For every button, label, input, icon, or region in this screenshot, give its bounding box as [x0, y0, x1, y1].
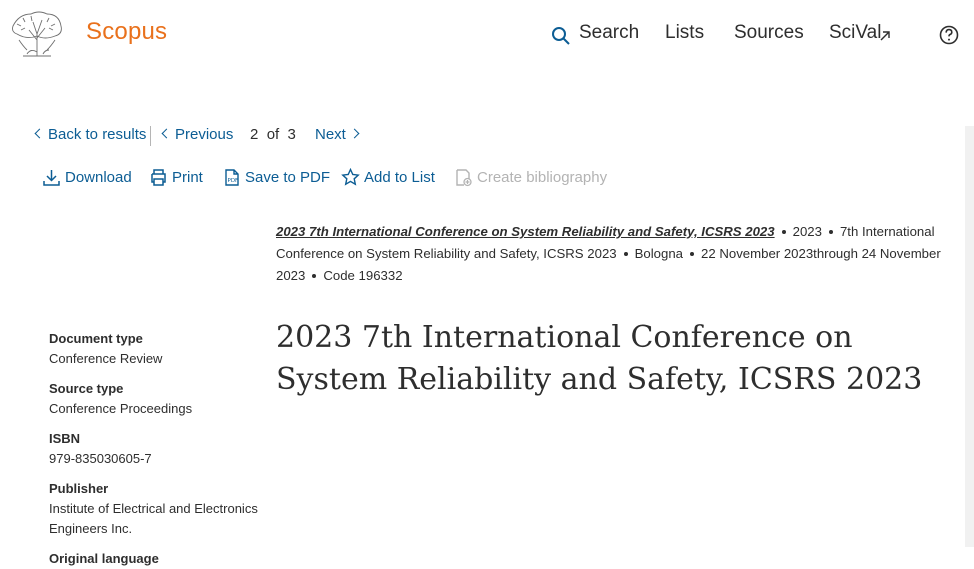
back-to-results-link[interactable]: Back to results — [34, 126, 147, 143]
back-to-results-label: Back to results — [48, 126, 147, 143]
document-title: 2023 7th International Conference on Sys… — [276, 320, 923, 397]
separator-dot — [690, 251, 695, 256]
page-scrollbar[interactable] — [965, 126, 974, 547]
create-bibliography-label: Create bibliography — [477, 169, 608, 186]
pager-counter: 2 of 3 — [250, 126, 296, 143]
source-info: 2023 7th International Conference on Sys… — [276, 221, 946, 287]
nav-scival[interactable]: SciVal — [829, 22, 881, 44]
external-link-icon — [880, 31, 890, 41]
document-toolbar: Download Print PDF Save to PDF Add to Li… — [0, 168, 974, 192]
meta-value-publisher: Institute of Electrical and Electronics … — [49, 501, 258, 536]
top-navigation: Search Lists Sources SciVal — [0, 22, 974, 50]
print-icon — [151, 169, 166, 186]
separator-dot — [828, 229, 833, 234]
source-title-link[interactable]: 2023 7th International Conference on Sys… — [276, 224, 775, 239]
nav-lists[interactable]: Lists — [665, 22, 704, 44]
svg-text:PDF: PDF — [228, 178, 239, 184]
source-code: Code 196332 — [323, 268, 403, 283]
add-to-list-button[interactable]: Add to List — [341, 168, 435, 187]
separator-dot — [623, 251, 628, 256]
source-location: Bologna — [634, 246, 684, 261]
meta-value-source-type: Conference Proceedings — [49, 401, 193, 416]
separator-dot — [781, 229, 786, 234]
create-bibliography-button[interactable]: Create bibliography — [454, 168, 607, 187]
star-icon — [341, 168, 360, 186]
meta-label-original-language: Original language — [49, 551, 159, 566]
source-year: 2023 — [792, 224, 822, 239]
save-to-pdf-label: Save to PDF — [245, 169, 331, 186]
bibliography-icon — [456, 169, 472, 187]
meta-value-isbn: 979-835030605-7 — [49, 451, 152, 466]
meta-label-document-type: Document type — [49, 331, 143, 346]
download-label: Download — [65, 169, 132, 186]
pager-of: of — [266, 126, 280, 143]
previous-link[interactable]: Previous — [161, 126, 234, 143]
result-pager: Back to results Previous 2 of 3 Next — [0, 126, 974, 146]
print-button[interactable]: Print — [149, 168, 203, 187]
meta-value-document-type: Conference Review — [49, 351, 163, 366]
pager-current: 2 — [250, 126, 259, 143]
pager-total: 3 — [287, 126, 296, 143]
previous-label: Previous — [175, 126, 234, 143]
download-button[interactable]: Download — [42, 168, 132, 187]
chevron-left-icon — [161, 128, 172, 139]
pdf-icon: PDF — [225, 169, 239, 186]
meta-label-publisher: Publisher — [49, 481, 109, 496]
add-to-list-label: Add to List — [364, 169, 435, 186]
save-to-pdf-button[interactable]: PDF Save to PDF — [222, 168, 330, 187]
chevron-right-icon — [349, 128, 360, 139]
nav-sources[interactable]: Sources — [734, 22, 804, 44]
meta-label-source-type: Source type — [49, 381, 124, 396]
next-link[interactable]: Next — [315, 126, 360, 143]
print-label: Print — [172, 169, 203, 186]
separator-dot — [312, 273, 317, 278]
chevron-left-icon — [34, 128, 45, 139]
nav-search[interactable]: Search — [579, 22, 639, 44]
download-icon — [43, 170, 60, 186]
next-label: Next — [315, 126, 346, 143]
document-metadata: Document type Conference Review Source t… — [49, 329, 269, 569]
pager-divider — [150, 126, 151, 146]
help-icon[interactable] — [939, 25, 959, 45]
meta-label-isbn: ISBN — [49, 431, 81, 446]
